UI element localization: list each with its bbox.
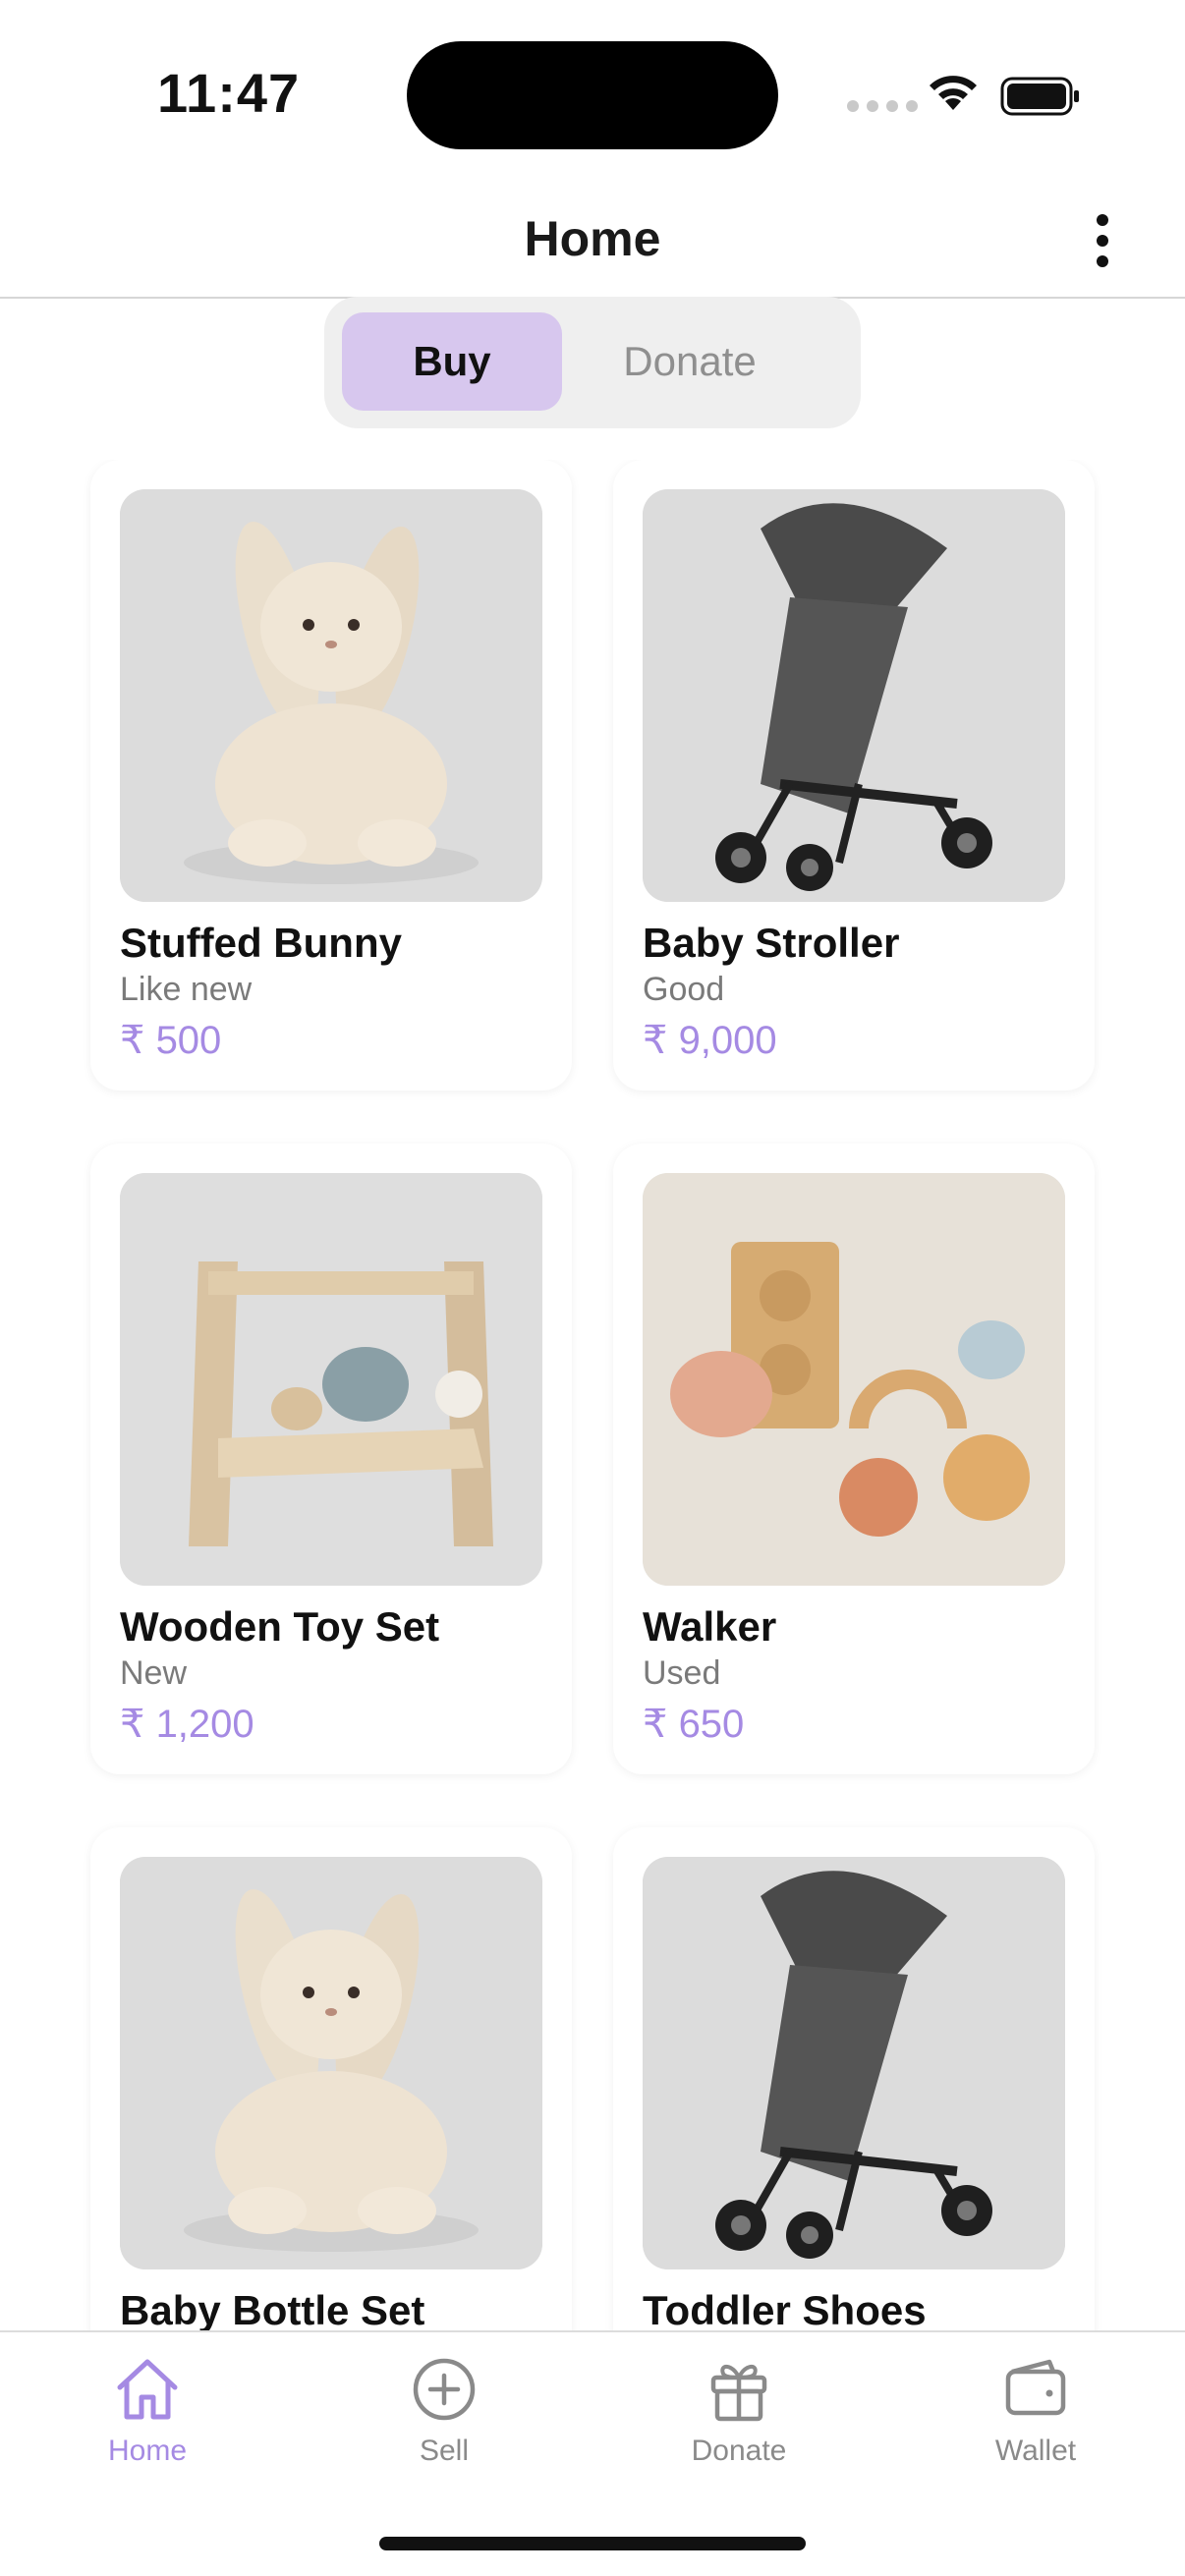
product-condition: New — [120, 1654, 188, 1692]
wallet-icon — [1005, 2359, 1066, 2416]
product-name: Wooden Toy Set — [120, 1603, 440, 1650]
stroller-image — [643, 1857, 1065, 2269]
product-price: ₹ 650 — [643, 1703, 745, 1746]
tab-label: Sell — [419, 2435, 470, 2467]
tab-wallet[interactable]: Wallet — [937, 2354, 1134, 2472]
tab-donate[interactable]: Donate — [641, 2354, 837, 2472]
product-condition: Like new — [120, 971, 253, 1008]
product-name: Baby Bottle Set — [120, 2287, 425, 2330]
segment-donate[interactable]: Donate — [580, 312, 800, 411]
gift-icon — [710, 2365, 767, 2422]
product-grid[interactable]: Stuffed Bunny Like new ₹ 500 Baby Stroll… — [0, 460, 1185, 2330]
product-card[interactable]: Wooden Toy Set New ₹ 1,200 — [90, 1144, 572, 1774]
stroller-image — [643, 489, 1065, 902]
home-indicator[interactable] — [379, 2537, 806, 2550]
product-card[interactable]: Baby Bottle Set — [90, 1827, 572, 2330]
product-card[interactable]: Walker Used ₹ 650 — [613, 1144, 1095, 1774]
product-name: Walker — [643, 1603, 777, 1650]
more-vertical-icon[interactable] — [1081, 206, 1124, 275]
stuffed-bunny-image — [120, 489, 542, 902]
segment-buy[interactable]: Buy — [342, 312, 562, 411]
product-card[interactable]: Baby Stroller Good ₹ 9,000 — [613, 460, 1095, 1091]
battery-icon — [1000, 77, 1079, 116]
product-condition: Used — [643, 1654, 721, 1692]
product-card[interactable]: Stuffed Bunny Like new ₹ 500 — [90, 460, 572, 1091]
wooden-blocks-image — [643, 1173, 1065, 1586]
status-bar: 11:47 — [0, 0, 1185, 177]
page-title: Home — [524, 211, 661, 266]
product-card[interactable]: Toddler Shoes — [613, 1827, 1095, 2330]
wooden-toy-image — [120, 1173, 542, 1586]
screen: 11:47 Home Buy Donate Stuffed Bunny Like… — [0, 0, 1185, 2576]
home-icon — [117, 2359, 178, 2420]
product-name: Stuffed Bunny — [120, 920, 402, 966]
plus-circle-icon — [413, 2358, 476, 2421]
product-name: Baby Stroller — [643, 920, 900, 966]
product-price: ₹ 1,200 — [120, 1703, 254, 1746]
cellular-signal-icon — [847, 100, 918, 112]
product-price: ₹ 9,000 — [643, 1019, 777, 1062]
nav-header: Home — [0, 177, 1185, 299]
tab-sell[interactable]: Sell — [346, 2354, 542, 2472]
dynamic-island — [407, 41, 778, 149]
stuffed-bunny-image — [120, 1857, 542, 2269]
product-condition: Good — [643, 971, 725, 1008]
tab-home[interactable]: Home — [49, 2354, 246, 2472]
status-time: 11:47 — [157, 62, 301, 124]
product-price: ₹ 500 — [120, 1019, 222, 1062]
buy-donate-segment: Buy Donate — [324, 297, 861, 428]
tab-label: Wallet — [994, 2435, 1077, 2467]
wifi-icon — [930, 76, 977, 110]
product-name: Toddler Shoes — [643, 2287, 927, 2330]
tab-label: Home — [107, 2435, 188, 2467]
tab-label: Donate — [691, 2435, 787, 2467]
